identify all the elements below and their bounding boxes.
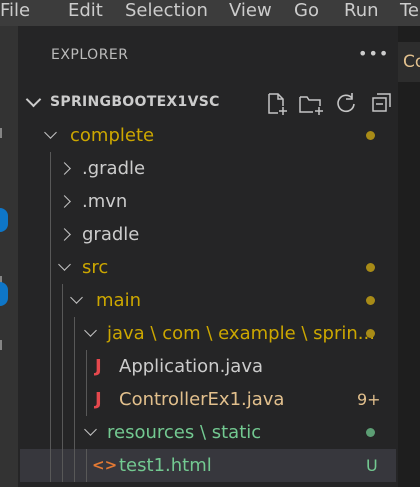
indent-guide (62, 383, 63, 416)
new-file-icon[interactable] (264, 92, 288, 116)
modified-dot-icon (366, 131, 375, 140)
indent-guide (50, 416, 51, 449)
html-file-icon: <> (92, 456, 118, 474)
collapse-all-icon[interactable] (371, 92, 393, 114)
activity-bar (0, 26, 18, 487)
tree-item-label: resources \ static (107, 422, 262, 443)
indent-guide (50, 185, 51, 218)
menu-go[interactable]: Go (294, 0, 319, 24)
tree-item-java-package[interactable]: java \ com \ example \ sprin... (20, 317, 396, 350)
indent-guide (50, 350, 51, 383)
indent-guide (50, 218, 51, 251)
tree-item-complete[interactable]: complete (20, 119, 396, 152)
modified-dot-icon (366, 329, 375, 338)
tree-item-label: main (96, 290, 141, 311)
tree-item-label: Application.java (119, 356, 264, 377)
indent-guide (50, 152, 51, 185)
tree-item-controllerex1-java[interactable]: J ControllerEx1.java 9+ (20, 383, 396, 416)
workspace-section-header[interactable]: SPRINGBOOTEX1VSC (20, 88, 396, 120)
indent-guide (62, 350, 63, 383)
tree-item-gradle-hidden[interactable]: .gradle (20, 152, 396, 185)
chevron-right-icon (58, 195, 71, 208)
tree-item-application-java[interactable]: J Application.java (20, 350, 396, 383)
indent-guide (62, 317, 63, 350)
tree-item-gradle[interactable]: gradle (20, 218, 396, 251)
indent-guide (74, 416, 75, 449)
indent-guide (50, 383, 51, 416)
activity-item-mark[interactable] (0, 340, 2, 350)
chevron-down-icon (84, 324, 97, 337)
tree-item-label: gradle (82, 224, 140, 245)
chevron-down-icon (58, 258, 71, 271)
activity-item-mark[interactable] (0, 128, 2, 138)
menu-run[interactable]: Run (344, 0, 379, 24)
tree-item-main[interactable]: main (20, 284, 396, 317)
explorer-title: EXPLORER (51, 47, 129, 63)
editor-area: Co (398, 26, 420, 487)
modified-dot-icon (366, 296, 375, 305)
indent-guide (86, 449, 87, 482)
indent-guide (62, 449, 63, 482)
chevron-right-icon (58, 228, 71, 241)
editor-tab[interactable]: Co (398, 42, 420, 82)
refresh-icon[interactable] (335, 92, 357, 114)
indent-guide (86, 350, 87, 383)
menu-edit[interactable]: Edit (68, 0, 103, 24)
indent-guide (50, 449, 51, 482)
indent-guide (74, 383, 75, 416)
chevron-down-icon (70, 291, 83, 304)
menu-terminal[interactable]: Te (400, 0, 419, 24)
indent-guide (50, 284, 51, 317)
indent-guide (74, 317, 75, 350)
menu-view[interactable]: View (229, 0, 272, 24)
tree-item-test1-html[interactable]: <> test1.html U (20, 449, 396, 482)
tree-item-label: java \ com \ example \ sprin... (107, 323, 375, 344)
tree-item-resources-static[interactable]: resources \ static (20, 416, 396, 449)
indent-guide (74, 350, 75, 383)
indent-guide (74, 449, 75, 482)
more-actions-icon[interactable]: ••• (358, 44, 389, 63)
indent-guide (62, 416, 63, 449)
tree-item-label: complete (70, 125, 155, 146)
tree-item-label: .mvn (82, 191, 128, 212)
vscode-window: File Edit Selection View Go Run Te EXPLO… (0, 0, 420, 487)
explorer-panel: EXPLORER ••• SPRINGBOOTEX1VSC complete .… (20, 26, 396, 487)
chevron-down-icon (44, 126, 57, 139)
git-status-badge: U (366, 456, 378, 475)
tree-item-mvn[interactable]: .mvn (20, 185, 396, 218)
untracked-dot-icon (366, 428, 375, 437)
tree-item-label: ControllerEx1.java (119, 389, 285, 410)
chevron-down-icon (25, 91, 42, 108)
menu-bar: File Edit Selection View Go Run Te (0, 0, 420, 26)
tree-item-label: .gradle (82, 158, 146, 179)
indent-guide (50, 251, 51, 284)
workspace-title: SPRINGBOOTEX1VSC (50, 94, 220, 110)
activity-badge[interactable] (0, 208, 8, 232)
modified-dot-icon (366, 263, 375, 272)
menu-file[interactable]: File (0, 0, 30, 24)
indent-guide (62, 284, 63, 317)
activity-badge[interactable] (0, 282, 8, 306)
indent-guide (86, 383, 87, 416)
java-file-icon: J (95, 356, 102, 377)
tree-item-label: test1.html (119, 455, 212, 476)
problems-badge: 9+ (357, 390, 381, 409)
chevron-right-icon (58, 162, 71, 175)
java-file-icon: J (95, 389, 102, 410)
menu-selection[interactable]: Selection (125, 0, 208, 24)
indent-guide (50, 317, 51, 350)
tree-item-src[interactable]: src (20, 251, 396, 284)
chevron-down-icon (84, 423, 97, 436)
new-folder-icon[interactable] (298, 92, 324, 116)
tree-item-label: src (82, 257, 109, 278)
